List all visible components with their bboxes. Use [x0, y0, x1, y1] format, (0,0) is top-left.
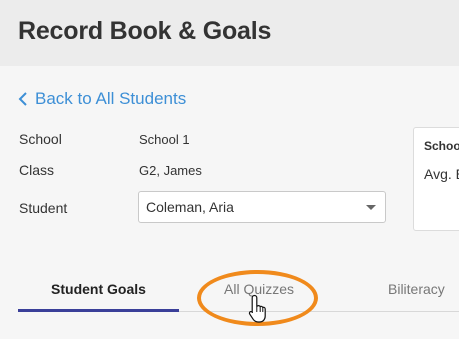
- back-link-label: Back to All Students: [35, 89, 187, 108]
- active-tab-indicator: [18, 309, 179, 312]
- tab-student-goals[interactable]: Student Goals: [18, 281, 179, 297]
- card-subtitle: Avg. E: [424, 166, 459, 182]
- card-title: Schoo: [424, 139, 459, 153]
- student-select-value: Coleman, Aria: [146, 199, 234, 215]
- student-label: Student: [19, 200, 68, 216]
- chevron-left-icon: [18, 92, 27, 106]
- hand-pointer-icon: [248, 294, 266, 323]
- school-label: School: [19, 131, 62, 147]
- student-select[interactable]: Coleman, Aria: [138, 191, 386, 223]
- page-title: Record Book & Goals: [18, 17, 272, 45]
- school-summary-card: Schoo Avg. E: [413, 127, 459, 231]
- class-value: G2, James: [139, 163, 202, 178]
- page-header: Record Book & Goals: [0, 0, 459, 66]
- class-label: Class: [19, 162, 55, 178]
- caret-down-icon: [366, 205, 376, 210]
- back-to-all-students-link[interactable]: Back to All Students: [18, 88, 186, 110]
- tab-biliteracy[interactable]: Biliteracy: [388, 281, 445, 297]
- school-value: School 1: [139, 132, 190, 147]
